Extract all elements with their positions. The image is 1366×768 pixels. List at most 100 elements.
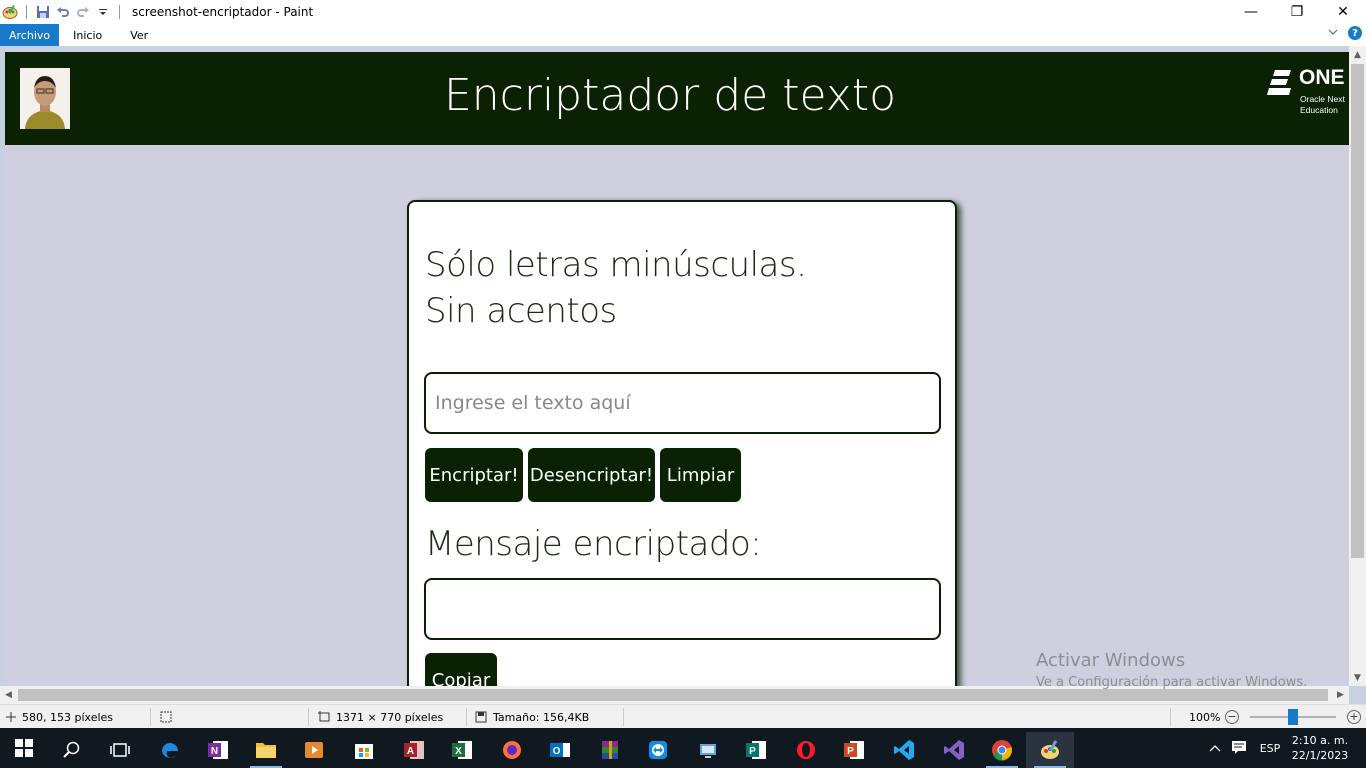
taskbar-chrome[interactable] (978, 732, 1026, 768)
chevron-up-icon[interactable] (1204, 742, 1226, 755)
tab-inicio[interactable]: Inicio (59, 24, 116, 46)
webpage-header: Encriptador de texto ONE Oracle Next Edu… (5, 52, 1349, 145)
task-view-icon (110, 743, 130, 757)
cursor-position: 580, 153 píxeles (6, 705, 113, 729)
one-logo: ONE Oracle Next Education (1267, 66, 1347, 122)
clock-date: 22/1/2023 (1291, 749, 1349, 762)
encrypt-button[interactable]: Encriptar! (425, 448, 523, 502)
taskbar-store[interactable] (340, 732, 388, 768)
scroll-left-icon[interactable]: ◀ (0, 686, 17, 704)
zoom-slider-thumb[interactable] (1288, 709, 1298, 725)
taskbar-file-explorer[interactable] (242, 732, 290, 768)
folder-icon (256, 743, 276, 758)
taskbar-media-player[interactable] (290, 732, 338, 768)
windows-logo-icon (15, 739, 33, 757)
tab-ver[interactable]: Ver (116, 24, 162, 46)
start-button[interactable] (0, 728, 48, 768)
taskbar-paint[interactable] (1026, 732, 1074, 768)
taskbar-access[interactable]: A (390, 732, 438, 768)
status-divider (308, 708, 309, 726)
clock[interactable]: 2:10 a. m. 22/1/2023 (1288, 733, 1352, 763)
canvas-area[interactable]: Encriptador de texto ONE Oracle Next Edu… (0, 46, 1366, 704)
restore-button[interactable]: ❐ (1274, 0, 1320, 24)
system-tray: ESP 2:10 a. m. 22/1/2023 (1204, 728, 1366, 768)
output-heading: Mensaje encriptado: (425, 524, 762, 564)
horizontal-scroll-thumb[interactable] (18, 689, 1328, 701)
scroll-up-icon[interactable]: ▲ (1349, 46, 1366, 63)
taskbar-firefox[interactable] (488, 732, 536, 768)
save-icon[interactable] (33, 2, 53, 22)
image-dimensions-text: 1371 × 770 píxeles (336, 710, 444, 724)
file-size-text: Tamaño: 156,4KB (493, 710, 590, 724)
title-bar: screenshot-encriptador - Paint — ❐ ✕ (0, 0, 1366, 24)
excel-icon: X (452, 741, 472, 759)
undo-icon[interactable] (53, 2, 73, 22)
copy-button[interactable]: Copiar (425, 653, 497, 686)
scroll-down-icon[interactable]: ▼ (1349, 669, 1366, 686)
taskbar-opera[interactable] (782, 732, 830, 768)
paint-window: screenshot-encriptador - Paint — ❐ ✕ Arc… (0, 0, 1366, 768)
scroll-right-icon[interactable]: ▶ (1332, 686, 1349, 704)
vscode-icon (894, 740, 914, 760)
chevron-down-icon[interactable] (1328, 27, 1338, 40)
text-input[interactable] (426, 374, 939, 432)
output-box[interactable] (424, 578, 941, 640)
teamviewer-icon (649, 741, 667, 759)
watermark-title: Activar Windows (1036, 650, 1186, 671)
paint-app-icon[interactable] (0, 2, 20, 22)
taskbar-winrar[interactable] (586, 732, 634, 768)
taskbar-outlook[interactable]: O (536, 732, 584, 768)
network-icon (700, 744, 716, 758)
svg-text:O: O (553, 746, 561, 757)
image-canvas[interactable]: Encriptador de texto ONE Oracle Next Edu… (5, 52, 1349, 686)
ribbon-tabs: Archivo Inicio Ver ? (0, 24, 1366, 46)
action-buttons: Encriptar! Desencriptar! Limpiar (425, 448, 741, 502)
taskbar-visual-studio[interactable] (930, 732, 978, 768)
status-divider (623, 708, 624, 726)
vertical-scrollbar[interactable]: ▲ ▼ (1349, 46, 1366, 686)
ribbon-right-controls: ? (1328, 26, 1362, 40)
redo-icon[interactable] (73, 2, 93, 22)
svg-text:P: P (749, 746, 756, 757)
onenote-icon: N (208, 741, 228, 759)
chrome-icon (992, 740, 1012, 761)
show-desktop-button[interactable] (1352, 728, 1366, 768)
taskbar-teamviewer[interactable] (634, 732, 682, 768)
taskbar-network-app[interactable] (684, 732, 732, 768)
task-view-button[interactable] (96, 732, 144, 768)
svg-text:X: X (455, 746, 462, 757)
notification-message-icon[interactable] (1226, 740, 1252, 757)
search-button[interactable] (48, 732, 96, 768)
taskbar-edge[interactable] (146, 732, 194, 768)
store-icon (355, 744, 373, 759)
language-indicator[interactable]: ESP (1252, 742, 1288, 755)
activate-windows-watermark: Activar Windows Ve a Configuración para … (1036, 650, 1307, 690)
help-button[interactable]: ? (1348, 26, 1362, 40)
taskbar-publisher[interactable]: P (732, 732, 780, 768)
svg-text:P: P (847, 746, 854, 757)
customize-toolbar-icon[interactable] (93, 2, 113, 22)
tab-archivo[interactable]: Archivo (0, 24, 60, 46)
status-divider (150, 708, 151, 726)
zoom-in-button[interactable]: + (1347, 710, 1361, 724)
close-button[interactable]: ✕ (1320, 0, 1366, 24)
vertical-scroll-thumb[interactable] (1351, 64, 1364, 558)
window-controls: — ❐ ✕ (1228, 0, 1366, 24)
minimize-button[interactable]: — (1228, 0, 1274, 24)
encryptor-card: Sólo letras minúsculas. Sin acentos Encr… (407, 200, 957, 686)
taskbar-vscode[interactable] (880, 732, 928, 768)
text-input-box[interactable] (424, 372, 941, 434)
edge-icon (162, 743, 178, 758)
status-divider (1170, 708, 1171, 726)
decrypt-button[interactable]: Desencriptar! (528, 448, 655, 502)
visual-studio-icon (944, 740, 964, 760)
taskbar-onenote[interactable]: N (194, 732, 242, 768)
clear-button[interactable]: Limpiar (660, 448, 741, 502)
zoom-out-button[interactable]: − (1225, 710, 1239, 724)
windows-taskbar: N A X O P P ESP 2:10 a. m. 22/1/2023 (0, 728, 1366, 768)
selection-size (160, 705, 172, 729)
selection-icon (160, 711, 172, 723)
taskbar-powerpoint[interactable]: P (830, 732, 878, 768)
taskbar-excel[interactable]: X (438, 732, 486, 768)
one-logo-subtitle: Oracle Next Education (1300, 94, 1345, 116)
